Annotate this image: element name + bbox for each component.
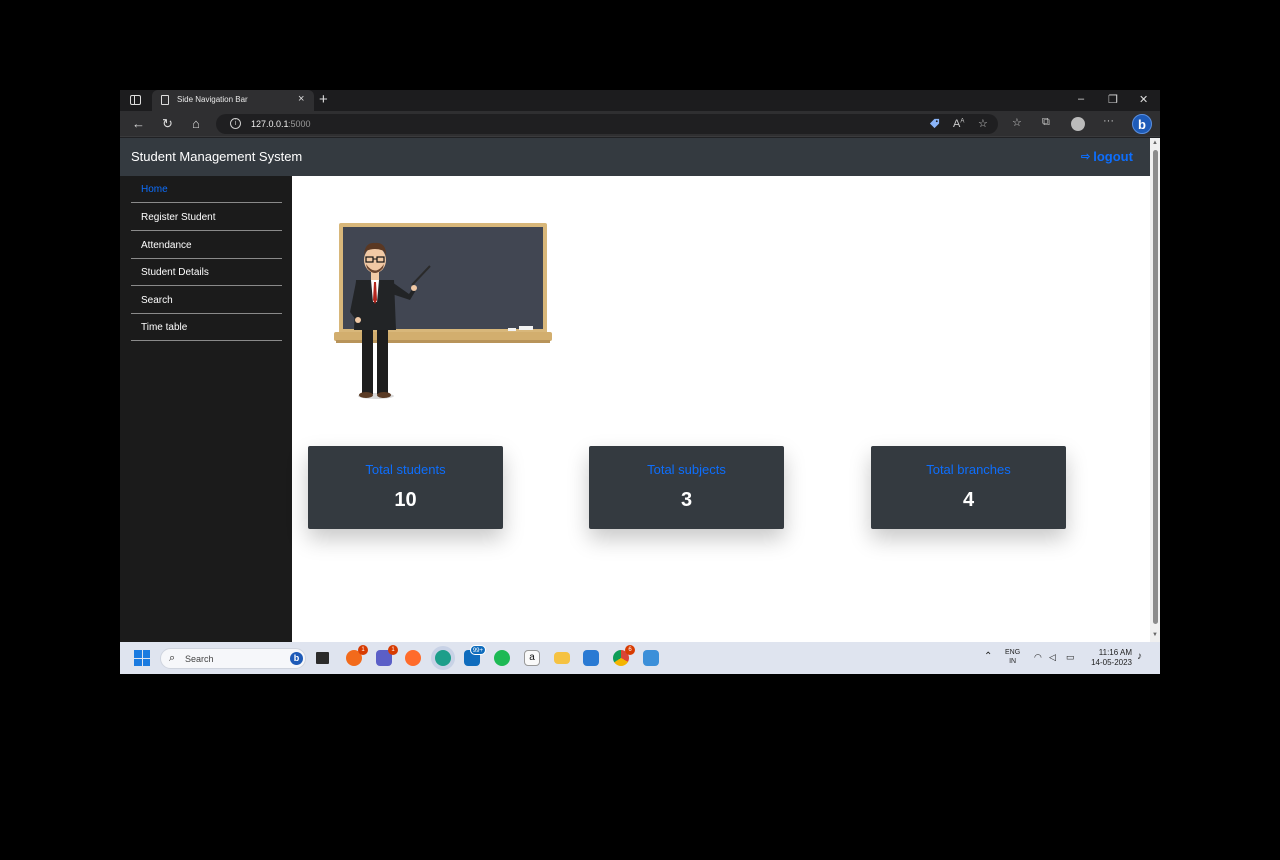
tab-actions-icon[interactable] <box>130 95 141 105</box>
page-scrollbar[interactable]: ▲ ▼ <box>1150 138 1160 642</box>
badge: 99+ <box>469 645 486 655</box>
sidebar-item-attendance[interactable]: Attendance <box>131 232 282 259</box>
amazon-icon[interactable]: a <box>524 650 540 666</box>
url-host: 127.0.0.1 <box>251 119 289 129</box>
read-aloud-icon[interactable]: AA <box>953 118 964 130</box>
language-indicator[interactable]: ENG IN <box>1005 648 1020 666</box>
battery-icon[interactable]: ▭ <box>1066 652 1075 663</box>
spotify-icon[interactable] <box>494 650 510 666</box>
close-tab-icon[interactable]: × <box>298 93 304 105</box>
date: 14-05-2023 <box>1091 658 1132 667</box>
browser-tab[interactable]: Side Navigation Bar × <box>152 90 314 111</box>
logout-icon: ⇨ <box>1081 151 1091 163</box>
more-icon[interactable]: ··· <box>1103 115 1114 127</box>
new-tab-icon[interactable]: + <box>319 91 328 108</box>
main-content: Total students 10 Total subjects 3 Total… <box>292 176 1150 642</box>
url-field[interactable]: i 127.0.0.1 :5000 AA ☆ <box>216 114 998 134</box>
time: 11:16 AM <box>1098 648 1132 657</box>
favorites-icon[interactable]: ☆ <box>1012 116 1022 129</box>
address-toolbar: ← ↻ ⌂ i 127.0.0.1 :5000 AA ☆ ☆ ⧉ ··· b <box>120 111 1160 137</box>
sidebar-item-register-student[interactable]: Register Student <box>131 204 282 231</box>
notification-icon[interactable]: ♪ <box>1137 651 1142 662</box>
teams-icon[interactable]: 1 <box>376 645 398 666</box>
site-info-icon[interactable]: i <box>230 118 241 129</box>
reload-icon[interactable]: ↻ <box>162 116 173 132</box>
search-icon: ⌕ <box>169 652 176 664</box>
lang-line: IN <box>1009 658 1017 665</box>
folder-icon[interactable] <box>554 652 570 664</box>
firefox-icon[interactable] <box>405 650 421 666</box>
top-navbar: Student Management System ⇨ logout <box>120 138 1150 176</box>
stat-card-students: Total students 10 <box>308 446 503 529</box>
lang-line: ENG <box>1005 649 1021 656</box>
sidebar-item-student-details[interactable]: Student Details <box>131 259 282 286</box>
home-icon[interactable]: ⌂ <box>192 116 200 131</box>
badge: 1 <box>358 645 368 655</box>
page-viewport: Student Management System ⇨ logout Home … <box>120 138 1160 642</box>
back-icon[interactable]: ← <box>132 116 145 131</box>
chrome-icon[interactable]: 6 <box>613 645 635 666</box>
scroll-down-icon[interactable]: ▼ <box>1152 632 1158 638</box>
taskbar-search-placeholder: Search <box>185 654 214 664</box>
close-window-icon[interactable]: ✕ <box>1139 93 1148 106</box>
tab-title: Side Navigation Bar <box>177 95 248 104</box>
badge: 1 <box>388 645 398 655</box>
taskbar-search[interactable]: ⌕ Search b <box>160 648 306 669</box>
sidebar-item-home[interactable]: Home <box>131 176 282 203</box>
logout-label: logout <box>1093 149 1133 164</box>
photos-icon[interactable] <box>643 650 659 666</box>
badge: 6 <box>625 645 635 655</box>
tag-icon[interactable] <box>929 118 940 129</box>
add-favorite-icon[interactable]: ☆ <box>978 117 988 130</box>
scroll-thumb[interactable] <box>1153 150 1158 624</box>
edge-icon[interactable] <box>435 650 451 666</box>
volume-icon[interactable]: ◁ <box>1049 652 1056 663</box>
stat-label: Total subjects <box>647 462 726 477</box>
windows-start-icon[interactable] <box>134 650 150 666</box>
clock[interactable]: 11:16 AM 14-05-2023 <box>1086 648 1132 668</box>
tab-bar: Side Navigation Bar × + – ❐ ✕ <box>120 90 1160 111</box>
collections-icon[interactable]: ⧉ <box>1042 116 1050 129</box>
scroll-up-icon[interactable]: ▲ <box>1152 140 1158 146</box>
app-title: Student Management System <box>131 149 303 164</box>
vscode-icon[interactable] <box>583 650 599 666</box>
sidebar-item-search[interactable]: Search <box>131 287 282 314</box>
stat-label: Total students <box>365 462 446 477</box>
stat-value: 10 <box>394 489 417 511</box>
task-view-icon[interactable] <box>316 652 329 664</box>
taskbar: ⌕ Search b 1 1 99+ a 6 ⌃ ENG IN ◠ ◁ ▭ 11… <box>120 642 1160 674</box>
mail-icon[interactable]: 99+ <box>464 645 486 666</box>
chevron-up-icon[interactable]: ⌃ <box>984 651 992 662</box>
stat-value: 3 <box>680 489 693 511</box>
url-port: :5000 <box>288 119 311 129</box>
brave-icon[interactable]: 1 <box>346 645 368 666</box>
bing-icon[interactable]: b <box>1132 114 1152 134</box>
page-icon <box>161 95 169 105</box>
profile-icon[interactable] <box>1071 117 1085 131</box>
stat-card-branches: Total branches 4 <box>871 446 1066 529</box>
restore-icon[interactable]: ❐ <box>1108 93 1118 106</box>
stat-card-subjects: Total subjects 3 <box>589 446 784 529</box>
sidebar-item-time-table[interactable]: Time table <box>131 314 282 341</box>
stat-value: 4 <box>962 489 975 511</box>
wifi-icon[interactable]: ◠ <box>1034 652 1042 663</box>
sidebar: Home Register Student Attendance Student… <box>120 176 292 642</box>
minimize-icon[interactable]: – <box>1078 93 1084 105</box>
stat-label: Total branches <box>926 462 1011 477</box>
bing-icon[interactable]: b <box>290 652 303 665</box>
teacher-chalkboard-illustration <box>334 223 552 399</box>
desktop-screen: Side Navigation Bar × + – ❐ ✕ ← ↻ ⌂ i 12… <box>120 90 1160 674</box>
logout-link[interactable]: ⇨ logout <box>1081 149 1133 164</box>
